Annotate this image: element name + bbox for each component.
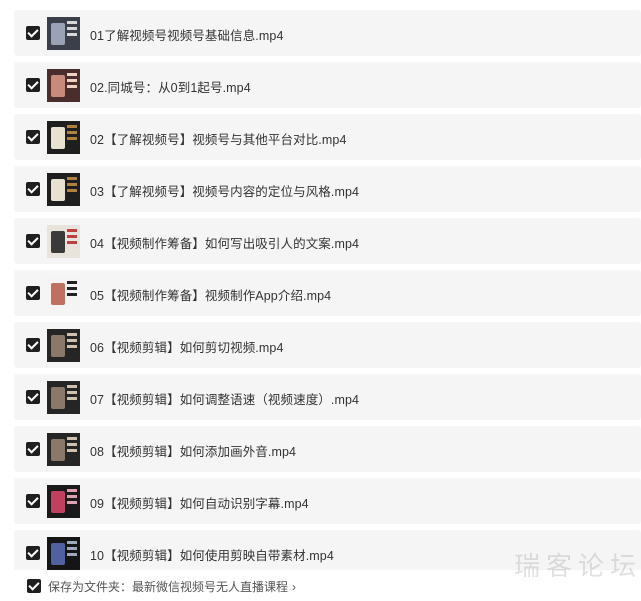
video-thumbnail <box>47 173 80 206</box>
video-thumbnail <box>47 69 80 102</box>
video-thumbnail <box>47 121 80 154</box>
file-checkbox[interactable] <box>26 26 40 40</box>
file-checkbox[interactable] <box>26 442 40 456</box>
save-folder-checkbox[interactable] <box>27 579 41 593</box>
file-row[interactable]: 04【视频制作筹备】如何写出吸引人的文案.mp4 <box>14 218 641 264</box>
file-row[interactable]: 08【视频剪辑】如何添加画外音.mp4 <box>14 426 641 472</box>
file-name: 09【视频剪辑】如何自动识别字幕.mp4 <box>90 497 309 511</box>
save-folder-label[interactable]: 保存为文件夹：最新微信视频号无人直播课程 › <box>48 578 296 595</box>
file-checkbox[interactable] <box>26 130 40 144</box>
watermark: 瑞客论坛 <box>514 552 641 582</box>
video-thumbnail <box>47 485 80 518</box>
file-row[interactable]: 05【视频制作筹备】视频制作App介绍.mp4 <box>14 270 641 316</box>
file-checkbox[interactable] <box>26 286 40 300</box>
file-row[interactable]: 07【视频剪辑】如何调整语速（视频速度）.mp4 <box>14 374 641 420</box>
video-thumbnail <box>47 537 80 570</box>
file-checkbox[interactable] <box>26 234 40 248</box>
file-name: 02【了解视频号】视频号与其他平台对比.mp4 <box>90 133 347 147</box>
file-checkbox[interactable] <box>26 182 40 196</box>
file-row[interactable]: 06【视频剪辑】如何剪切视频.mp4 <box>14 322 641 368</box>
video-thumbnail <box>47 17 80 50</box>
file-name: 04【视频制作筹备】如何写出吸引人的文案.mp4 <box>90 237 360 251</box>
file-name: 03【了解视频号】视频号内容的定位与风格.mp4 <box>90 185 360 199</box>
file-checkbox[interactable] <box>26 390 40 404</box>
file-row[interactable]: 09【视频剪辑】如何自动识别字幕.mp4 <box>14 478 641 524</box>
file-row[interactable]: 03【了解视频号】视频号内容的定位与风格.mp4 <box>14 166 641 212</box>
file-name: 02.同城号：从0到1起号.mp4 <box>90 81 251 95</box>
video-thumbnail <box>47 225 80 258</box>
file-name: 01了解视频号视频号基础信息.mp4 <box>90 29 284 43</box>
file-name: 07【视频剪辑】如何调整语速（视频速度）.mp4 <box>90 393 360 407</box>
chevron-right-icon: › <box>292 580 297 594</box>
file-row[interactable]: 02.同城号：从0到1起号.mp4 <box>14 62 641 108</box>
video-thumbnail <box>47 433 80 466</box>
file-row[interactable]: 01了解视频号视频号基础信息.mp4 <box>14 10 641 56</box>
file-checkbox[interactable] <box>26 78 40 92</box>
file-name: 08【视频剪辑】如何添加画外音.mp4 <box>90 445 297 459</box>
file-checkbox[interactable] <box>26 494 40 508</box>
file-name: 05【视频制作筹备】视频制作App介绍.mp4 <box>90 289 332 303</box>
file-row[interactable]: 02【了解视频号】视频号与其他平台对比.mp4 <box>14 114 641 160</box>
file-checkbox[interactable] <box>26 338 40 352</box>
file-name: 10【视频剪辑】如何使用剪映自带素材.mp4 <box>90 549 334 563</box>
video-thumbnail <box>47 277 80 310</box>
video-thumbnail <box>47 329 80 362</box>
file-name: 06【视频剪辑】如何剪切视频.mp4 <box>90 341 284 355</box>
file-checkbox[interactable] <box>26 546 40 560</box>
video-thumbnail <box>47 381 80 414</box>
